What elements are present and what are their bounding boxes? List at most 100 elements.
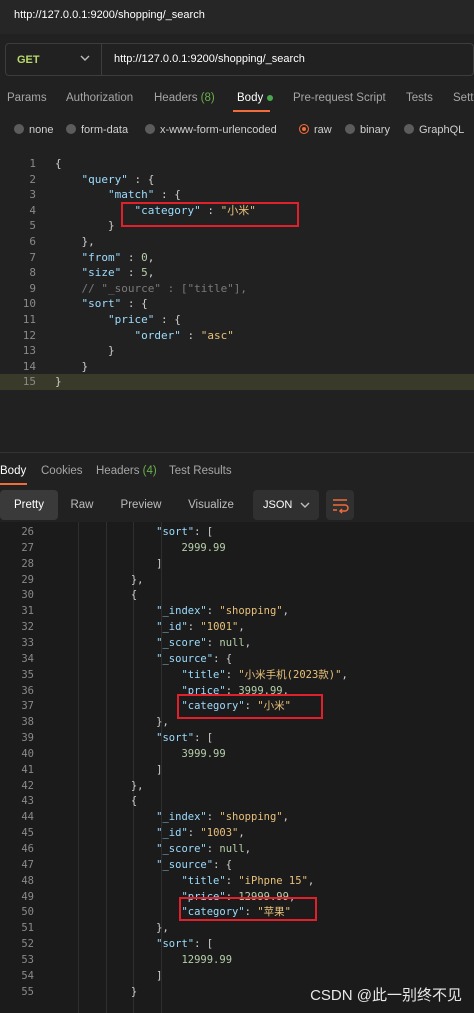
method-label: GET [17, 54, 40, 66]
code-text: "_source": { [156, 858, 233, 871]
line-number: 6 [29, 235, 36, 248]
code-text: "_index": "shopping", [156, 605, 289, 618]
code-text: }, [55, 573, 144, 586]
code-line: 12 "order" : "asc" [0, 328, 474, 344]
response-line: 47 "_source": { [0, 858, 474, 874]
line-number: 31 [21, 605, 34, 618]
radio-form-data-label: form-data [81, 124, 129, 136]
radio-graphql[interactable]: GraphQL [404, 124, 464, 136]
chevron-down-icon [80, 55, 90, 61]
response-line: 27 2999.99 [0, 541, 474, 557]
code-line: 1{ [0, 156, 474, 172]
line-number: 43 [21, 795, 34, 808]
line-number: 51 [21, 922, 34, 935]
resp-active-tab-indicator [0, 483, 27, 485]
response-body-viewer[interactable]: 26 "sort": [27 2999.99 28 ] 29 }, 30 {31 "_… [0, 522, 474, 1013]
radio-icon [345, 124, 355, 134]
line-number: 13 [22, 344, 36, 358]
line-number: 42 [21, 779, 34, 792]
line-number: 35 [21, 668, 34, 681]
response-line: 29 }, [0, 573, 474, 589]
response-line: 39 "sort": [ [0, 731, 474, 747]
line-number: 27 [21, 541, 34, 554]
radio-raw[interactable]: raw [299, 124, 332, 136]
response-line: 41 ] [0, 763, 474, 779]
line-number: 4 [29, 203, 36, 217]
watermark: CSDN @此一别终不见 [310, 987, 462, 1004]
chevron-down-icon [300, 502, 310, 508]
wrap-lines-button[interactable] [326, 490, 354, 520]
line-number: 45 [21, 827, 34, 840]
radio-icon [145, 124, 155, 134]
tab-body[interactable]: Body [237, 92, 274, 104]
code-text: // "_source" : ["title"], [55, 281, 248, 295]
code-text: "_score": null, [156, 843, 252, 855]
resp-tab-body[interactable]: Body [0, 465, 26, 477]
view-raw-button[interactable]: Raw [62, 490, 102, 520]
response-tabs: Body Cookies Headers (4) Test Results [0, 460, 474, 484]
code-text: "sort": [ [156, 732, 214, 745]
tab-tests[interactable]: Tests [406, 92, 433, 104]
radio-icon [14, 124, 24, 134]
method-select[interactable]: GET [6, 44, 102, 75]
code-text: } [55, 219, 115, 233]
line-number: 40 [21, 747, 34, 760]
response-line: 33 "_score": null, [0, 636, 474, 652]
response-line: 32 "_id": "1001", [0, 620, 474, 636]
code-text: "query" : { [81, 172, 155, 186]
tab-headers[interactable]: Headers (8) [154, 92, 215, 104]
response-line: 34 "_source": { [0, 652, 474, 668]
line-number: 52 [21, 938, 34, 951]
radio-none[interactable]: none [14, 124, 53, 136]
line-number: 41 [21, 763, 34, 776]
tab-params[interactable]: Params [7, 92, 47, 104]
request-tabs: Params Authorization Headers (8) Body Pr… [0, 85, 474, 113]
line-number: 9 [29, 281, 36, 295]
resp-tab-headers[interactable]: Headers (4) [96, 465, 157, 477]
line-number: 14 [22, 359, 36, 373]
response-line: 52 "sort": [ [0, 937, 474, 953]
url-input[interactable]: http://127.0.0.1:9200/shopping/_search [114, 53, 305, 65]
code-text: "from" : 0, [81, 250, 155, 264]
response-line: 42 }, [0, 779, 474, 795]
code-text: "_id": "1003", [156, 827, 245, 840]
code-line: 14 } [0, 359, 474, 375]
code-text: "match" : { [107, 188, 181, 202]
radio-raw-label: raw [314, 124, 332, 136]
code-line: 13 } [0, 343, 474, 359]
code-line: 10 "sort" : { [0, 296, 474, 312]
radio-binary[interactable]: binary [345, 124, 390, 136]
response-line: 53 12999.99 [0, 953, 474, 969]
line-number: 28 [21, 557, 34, 570]
resp-tab-headers-label: Headers [96, 465, 140, 477]
resp-tab-test-results[interactable]: Test Results [169, 465, 232, 477]
code-text: "sort": [ [156, 938, 214, 951]
response-line: 45 "_id": "1003", [0, 826, 474, 842]
pane-divider[interactable] [0, 452, 474, 453]
code-text: "price" : { [107, 313, 181, 326]
code-text: "order" : "asc" [134, 328, 234, 342]
response-line: 46 "_score": null, [0, 842, 474, 858]
line-number: 36 [21, 684, 34, 697]
tab-settings[interactable]: Settings [453, 92, 474, 104]
view-visualize-button[interactable]: Visualize [180, 490, 242, 520]
code-text: "sort": [ [156, 526, 214, 538]
resp-tab-cookies[interactable]: Cookies [41, 465, 83, 477]
view-pretty-button[interactable]: Pretty [0, 490, 58, 520]
response-line: 28 ] [0, 557, 474, 573]
radio-form-data[interactable]: form-data [66, 124, 128, 136]
line-number: 11 [22, 313, 36, 326]
format-select[interactable]: JSON [253, 490, 319, 520]
radio-urlencoded[interactable]: x-www-form-urlencoded [145, 124, 277, 136]
radio-none-label: none [29, 124, 54, 136]
code-text: 12999.99 [181, 953, 233, 966]
highlight-box-request [121, 202, 299, 227]
view-preview-button[interactable]: Preview [112, 490, 170, 520]
radio-urlencoded-label: x-www-form-urlencoded [160, 124, 277, 136]
line-number: 39 [21, 732, 34, 745]
request-body-editor[interactable]: 1{2 "query" : {3 "match" : {4 "category"… [0, 152, 474, 452]
tab-authorization[interactable]: Authorization [66, 92, 133, 104]
tab-pre-request-script[interactable]: Pre-request Script [293, 92, 386, 104]
line-number: 46 [21, 843, 34, 855]
line-number: 8 [29, 266, 36, 280]
